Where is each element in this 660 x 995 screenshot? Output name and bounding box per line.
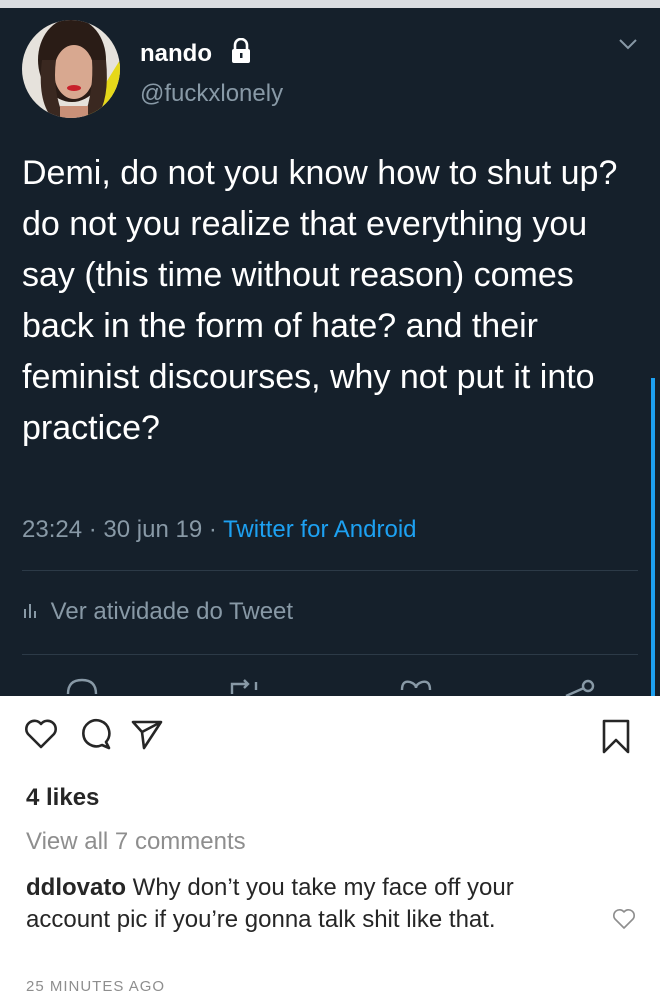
tweet-meta: 23:24 · 30 jun 19 · Twitter for Android xyxy=(22,516,417,543)
post-time-ago: 25 MINUTES AGO xyxy=(26,978,166,995)
tweet-activity-link[interactable]: Ver atividade do Tweet xyxy=(22,598,293,626)
top-strip xyxy=(0,0,660,8)
heart-icon[interactable] xyxy=(24,718,58,750)
lock-icon xyxy=(232,38,250,63)
divider xyxy=(22,654,638,655)
tweet-time: 23:24 xyxy=(22,516,83,543)
divider xyxy=(22,570,638,571)
tweet-date: 30 jun 19 xyxy=(103,516,203,543)
comment: ddlovato Why don’t you take my face off … xyxy=(26,872,566,936)
retweet-icon[interactable] xyxy=(226,676,262,696)
chevron-down-icon[interactable] xyxy=(616,34,640,54)
comment-icon[interactable] xyxy=(78,718,112,750)
avatar[interactable] xyxy=(22,20,120,118)
analytics-icon xyxy=(22,598,44,626)
handle[interactable]: @fuckxlonely xyxy=(140,80,283,108)
tweet-text: Demi, do not you know how to shut up? do… xyxy=(22,154,618,447)
comment-like-icon[interactable] xyxy=(612,908,636,930)
view-all-comments-link[interactable]: View all 7 comments xyxy=(26,828,246,856)
tweet-activity-label: Ver atividade do Tweet xyxy=(50,598,294,625)
tweet-source-link[interactable]: Twitter for Android xyxy=(223,516,416,543)
like-icon[interactable] xyxy=(398,676,434,696)
comment-username[interactable]: ddlovato xyxy=(26,874,126,901)
scrollbar[interactable] xyxy=(651,378,655,696)
tweet-card: nando @fuckxlonely Demi, do not you know… xyxy=(0,8,660,696)
display-name[interactable]: nando xyxy=(140,40,212,68)
likes-count[interactable]: 4 likes xyxy=(26,784,99,812)
send-icon[interactable] xyxy=(130,718,164,750)
reply-icon[interactable] xyxy=(64,676,100,696)
share-icon[interactable] xyxy=(562,676,602,696)
bookmark-icon[interactable] xyxy=(600,718,632,756)
